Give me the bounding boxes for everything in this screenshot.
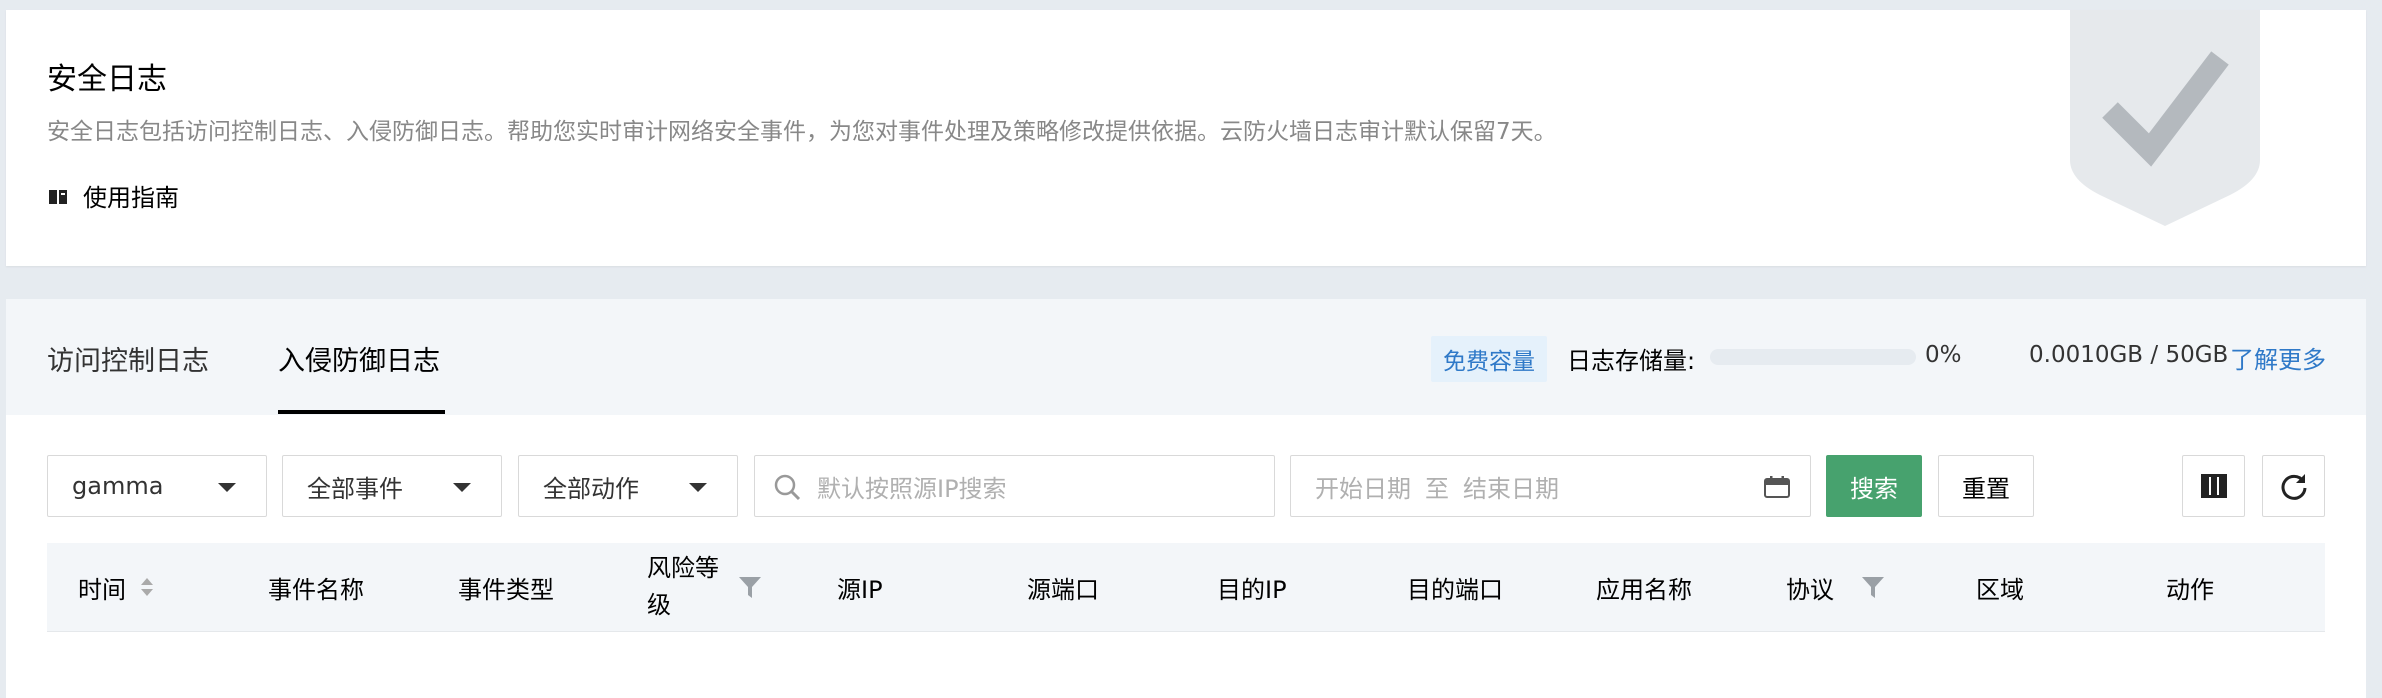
tabs-bar: 访问控制日志 入侵防御日志 免费容量 日志存储量: 0% 0.0010GB / … <box>6 299 2366 415</box>
region-select-value: gamma <box>72 472 164 500</box>
tab-intrusion-prevention-log[interactable]: 入侵防御日志 <box>278 339 440 378</box>
column-header-app-name: 应用名称 <box>1596 575 1692 604</box>
storage-value: 0.0010GB / 50GB <box>2029 342 2229 368</box>
column-header-dst-ip: 目的IP <box>1217 575 1287 604</box>
column-header-event-type: 事件类型 <box>458 575 554 604</box>
date-start: 开始日期 <box>1315 474 1411 503</box>
guide-link[interactable]: 使用指南 <box>47 178 179 213</box>
calendar-icon <box>1764 476 1790 498</box>
table-header: 时间 事件名称 事件类型 风险等级 源IP 源端口 目的IP 目的端口 应用名称… <box>47 543 2325 632</box>
top-strip <box>0 0 2382 10</box>
refresh-icon <box>2281 474 2306 500</box>
main-panel: 访问控制日志 入侵防御日志 免费容量 日志存储量: 0% 0.0010GB / … <box>6 299 2366 698</box>
shield-check-icon <box>2070 10 2260 226</box>
column-label: 时间 <box>78 575 126 604</box>
active-tab-indicator <box>278 410 445 414</box>
chevron-down-icon <box>218 483 236 492</box>
storage-progress-bar <box>1710 349 1916 365</box>
storage-percent: 0% <box>1925 342 1962 368</box>
column-header-region: 区域 <box>1976 575 2024 604</box>
tab-access-control-log[interactable]: 访问控制日志 <box>47 339 209 378</box>
column-header-action: 动作 <box>2166 575 2214 604</box>
reset-button[interactable]: 重置 <box>1938 455 2034 517</box>
region-select[interactable]: gamma <box>47 455 267 517</box>
search-placeholder: 默认按照源IP搜索 <box>817 474 1007 503</box>
search-input[interactable]: 默认按照源IP搜索 <box>754 455 1275 517</box>
column-header-dst-port: 目的端口 <box>1407 575 1503 604</box>
page-title: 安全日志 <box>47 62 167 97</box>
column-header-risk-level[interactable]: 风险等级 <box>647 543 777 631</box>
column-settings-button[interactable] <box>2182 455 2245 517</box>
column-header-src-ip: 源IP <box>837 575 883 604</box>
filter-icon[interactable] <box>1861 575 1885 599</box>
column-header-protocol[interactable]: 协议 <box>1786 543 1906 631</box>
columns-icon <box>2200 474 2227 498</box>
page-description: 安全日志包括访问控制日志、入侵防御日志。帮助您实时审计网络安全事件，为您对事件处… <box>47 119 1557 145</box>
chevron-down-icon <box>689 483 707 492</box>
column-label: 风险等级 <box>647 554 719 619</box>
column-header-event-name: 事件名称 <box>268 575 364 604</box>
chevron-down-icon <box>453 483 471 492</box>
storage-label: 日志存储量: <box>1567 347 1696 375</box>
header-card: 安全日志 安全日志包括访问控制日志、入侵防御日志。帮助您实时审计网络安全事件，为… <box>6 10 2366 266</box>
date-range-picker[interactable]: 开始日期 至 结束日期 <box>1290 455 1811 517</box>
date-end: 结束日期 <box>1463 474 1559 503</box>
guide-book-icon <box>49 189 67 204</box>
column-header-src-port: 源端口 <box>1027 575 1099 604</box>
search-button[interactable]: 搜索 <box>1826 455 1922 517</box>
free-capacity-badge: 免费容量 <box>1431 336 1547 382</box>
action-select[interactable]: 全部动作 <box>518 455 738 517</box>
column-label: 协议 <box>1786 575 1834 604</box>
learn-more-link[interactable]: 了解更多 <box>2230 340 2326 375</box>
search-icon <box>774 474 801 501</box>
event-select[interactable]: 全部事件 <box>282 455 502 517</box>
guide-label: 使用指南 <box>83 184 179 212</box>
sort-icon[interactable] <box>140 576 154 598</box>
event-select-value: 全部事件 <box>307 474 403 503</box>
column-header-time[interactable]: 时间 <box>78 543 154 631</box>
refresh-button[interactable] <box>2262 455 2325 517</box>
filter-icon[interactable] <box>738 575 762 599</box>
date-separator: 至 <box>1425 474 1449 503</box>
action-select-value: 全部动作 <box>543 474 639 503</box>
